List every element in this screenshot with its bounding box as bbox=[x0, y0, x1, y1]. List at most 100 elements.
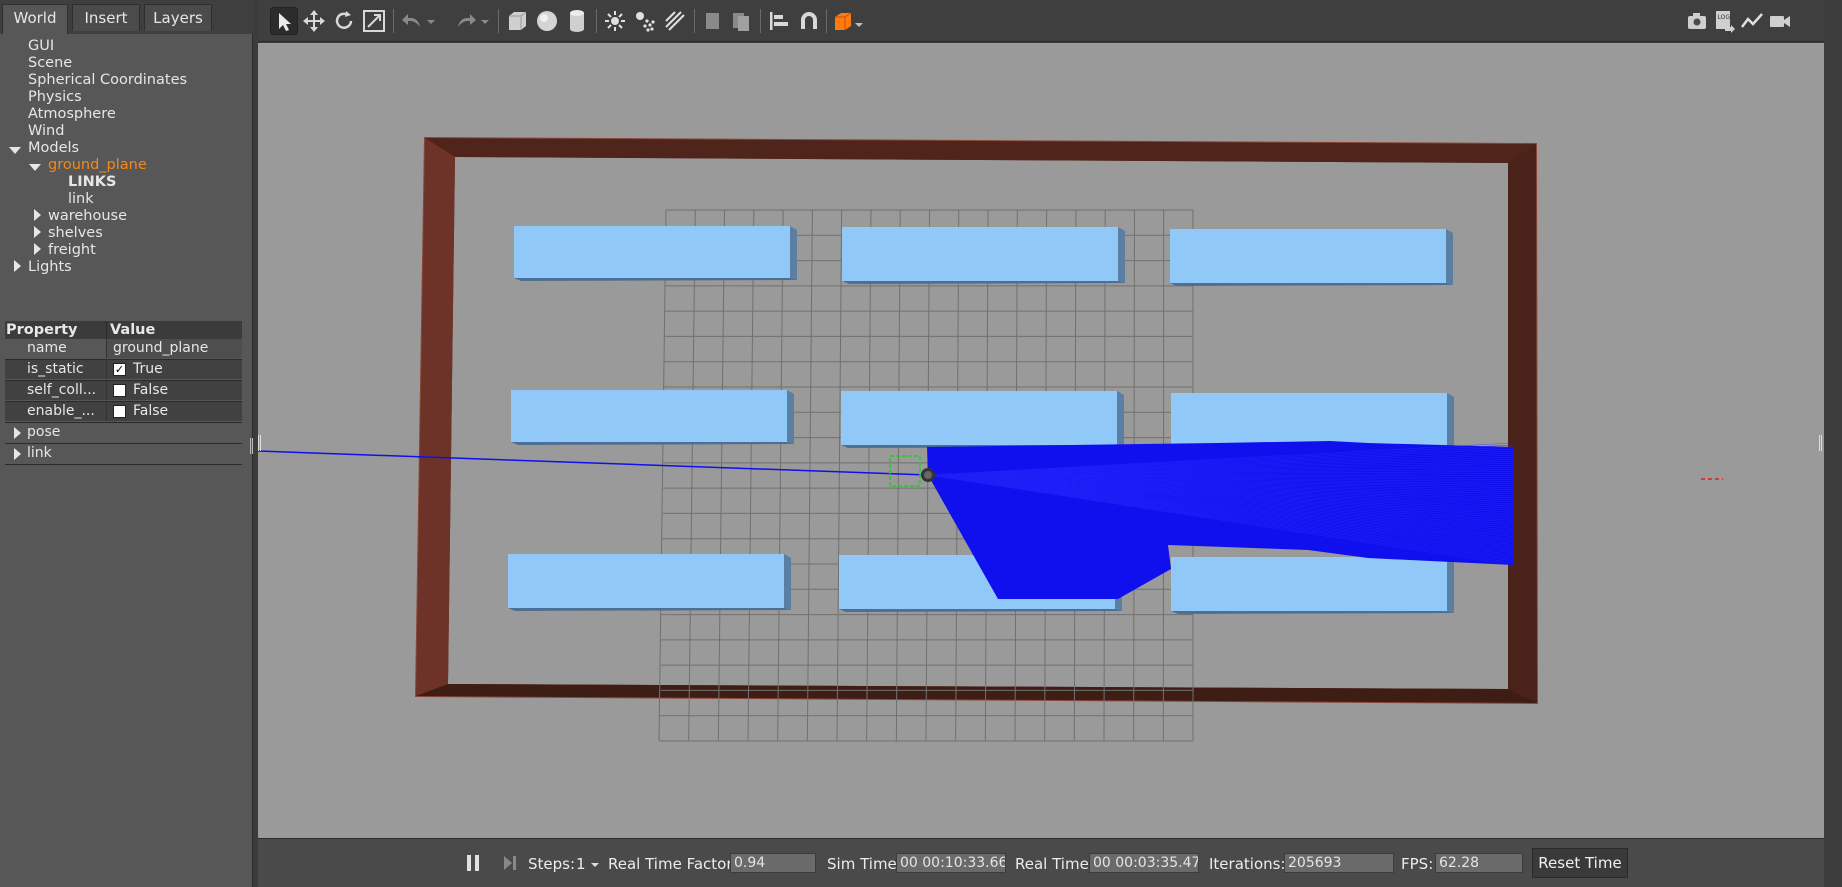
log-icon: LOG bbox=[1716, 11, 1735, 33]
collapse-arrow-icon[interactable] bbox=[34, 226, 41, 238]
tree-item-wind[interactable]: Wind bbox=[28, 123, 64, 140]
tree-item-physics[interactable]: Physics bbox=[28, 89, 82, 106]
property-row-self-collide[interactable]: self_coll... False bbox=[5, 381, 242, 400]
property-row-link[interactable]: link bbox=[5, 444, 242, 463]
right-splitter-grip-icon[interactable] bbox=[1819, 435, 1823, 451]
paste-icon bbox=[733, 13, 749, 31]
property-value: False bbox=[133, 403, 169, 419]
insert-box-button[interactable] bbox=[503, 7, 531, 35]
tree-item-atmosphere[interactable]: Atmosphere bbox=[28, 106, 116, 123]
paste-button[interactable] bbox=[727, 7, 755, 35]
shelf-2[interactable] bbox=[842, 227, 1125, 284]
bottom-status-bar: Steps: 1 Real Time Factor: 0.94 Sim Time… bbox=[258, 838, 1824, 887]
redo-icon bbox=[458, 14, 476, 27]
insert-sphere-button[interactable] bbox=[533, 7, 561, 35]
checkbox-unchecked-icon[interactable] bbox=[113, 384, 126, 397]
fps-value: 62.28 bbox=[1435, 853, 1523, 873]
tree-item-spherical-coordinates[interactable]: Spherical Coordinates bbox=[28, 72, 187, 89]
directional-light-button[interactable] bbox=[661, 7, 689, 35]
sim-time-label: Sim Time: bbox=[827, 855, 902, 873]
rotate-mode-button[interactable] bbox=[330, 7, 358, 35]
expand-arrow-icon[interactable] bbox=[9, 147, 21, 154]
property-value: True bbox=[133, 361, 163, 377]
panel-tabbar: World Insert Layers bbox=[0, 0, 253, 34]
value-column-header: Value bbox=[106, 321, 155, 339]
left-splitter-grip-icon[interactable] bbox=[258, 435, 262, 451]
copy-icon bbox=[706, 13, 719, 29]
tree-item-link[interactable]: link bbox=[68, 191, 94, 208]
record-video-button[interactable] bbox=[1766, 7, 1794, 35]
log-button[interactable]: LOG bbox=[1710, 7, 1738, 35]
tree-item-lights[interactable]: Lights bbox=[28, 259, 72, 276]
shelf-3[interactable] bbox=[1170, 229, 1453, 286]
redo-history-dropdown[interactable] bbox=[478, 7, 492, 35]
checkbox-unchecked-icon[interactable] bbox=[113, 405, 126, 418]
property-key: link bbox=[27, 445, 52, 461]
translate-mode-button[interactable] bbox=[300, 7, 328, 35]
collapse-arrow-icon[interactable] bbox=[34, 209, 41, 221]
steps-spinner[interactable]: 1 bbox=[576, 855, 600, 873]
panel-resize-grip-icon[interactable] bbox=[249, 438, 254, 454]
collapse-arrow-icon[interactable] bbox=[34, 243, 41, 255]
view-cube-icon bbox=[835, 12, 863, 30]
redo-button[interactable] bbox=[452, 7, 480, 35]
align-button[interactable] bbox=[765, 7, 793, 35]
property-row-name[interactable]: name ground_plane bbox=[5, 339, 242, 358]
insert-cylinder-button[interactable] bbox=[563, 7, 591, 35]
video-camera-icon bbox=[1770, 16, 1790, 27]
collapse-arrow-icon[interactable] bbox=[14, 427, 21, 439]
tab-world[interactable]: World bbox=[2, 4, 68, 34]
shelf-9[interactable] bbox=[1171, 557, 1454, 614]
iterations-value: 205693 bbox=[1284, 853, 1394, 873]
plot-line-icon bbox=[1741, 13, 1763, 28]
3d-viewport[interactable] bbox=[258, 43, 1824, 838]
copy-button[interactable] bbox=[699, 7, 727, 35]
tree-item-warehouse[interactable]: warehouse bbox=[48, 208, 127, 225]
step-button[interactable] bbox=[501, 853, 519, 873]
undo-button[interactable] bbox=[398, 7, 426, 35]
shelf-7[interactable] bbox=[508, 554, 791, 611]
property-row-enable-wind[interactable]: enable_... False bbox=[5, 402, 242, 421]
arrow-cursor-icon bbox=[279, 13, 291, 31]
scale-icon bbox=[363, 10, 385, 32]
collapse-arrow-icon[interactable] bbox=[14, 260, 21, 272]
tree-item-scene[interactable]: Scene bbox=[28, 55, 72, 72]
chevron-down-icon bbox=[481, 20, 489, 24]
shelf-4[interactable] bbox=[511, 390, 794, 445]
scale-mode-button[interactable] bbox=[360, 7, 388, 35]
pause-button[interactable] bbox=[464, 853, 482, 873]
real-time-value: 00 00:03:35.471 bbox=[1089, 853, 1199, 873]
tree-item-shelves[interactable]: shelves bbox=[48, 225, 103, 242]
checkbox-checked-icon[interactable]: ✓ bbox=[113, 363, 126, 376]
property-row-pose[interactable]: pose bbox=[5, 423, 242, 442]
tab-insert[interactable]: Insert bbox=[72, 4, 140, 31]
undo-icon bbox=[402, 14, 420, 27]
shelf-5[interactable] bbox=[841, 391, 1124, 448]
select-mode-button[interactable] bbox=[270, 7, 298, 35]
property-row-is-static[interactable]: is_static ✓ True bbox=[5, 360, 242, 379]
shelf-1[interactable] bbox=[514, 226, 797, 281]
tree-item-freight[interactable]: freight bbox=[48, 242, 96, 259]
plot-button[interactable] bbox=[1738, 7, 1766, 35]
property-column-header: Property bbox=[6, 322, 78, 338]
expand-arrow-icon[interactable] bbox=[29, 164, 41, 171]
property-value[interactable]: ground_plane bbox=[106, 339, 242, 358]
tab-layers[interactable]: Layers bbox=[144, 4, 212, 31]
point-light-button[interactable] bbox=[601, 7, 629, 35]
spot-light-button[interactable] bbox=[631, 7, 659, 35]
pause-icon bbox=[467, 855, 479, 871]
chevron-down-icon bbox=[591, 862, 600, 867]
tree-item-links-header: LINKS bbox=[68, 174, 117, 190]
tree-item-ground-plane[interactable]: ground_plane bbox=[48, 157, 147, 174]
undo-history-dropdown[interactable] bbox=[424, 7, 438, 35]
snap-button[interactable] bbox=[795, 7, 823, 35]
tree-item-models[interactable]: Models bbox=[28, 140, 79, 157]
collapse-arrow-icon[interactable] bbox=[14, 448, 21, 460]
view-angle-button[interactable] bbox=[831, 7, 865, 35]
cylinder-icon bbox=[570, 10, 584, 32]
screenshot-button[interactable] bbox=[1683, 7, 1711, 35]
reset-time-button[interactable]: Reset Time bbox=[1532, 848, 1628, 878]
scene-render[interactable] bbox=[258, 43, 1824, 838]
steps-label: Steps: bbox=[528, 855, 576, 873]
tree-item-gui[interactable]: GUI bbox=[28, 38, 54, 55]
